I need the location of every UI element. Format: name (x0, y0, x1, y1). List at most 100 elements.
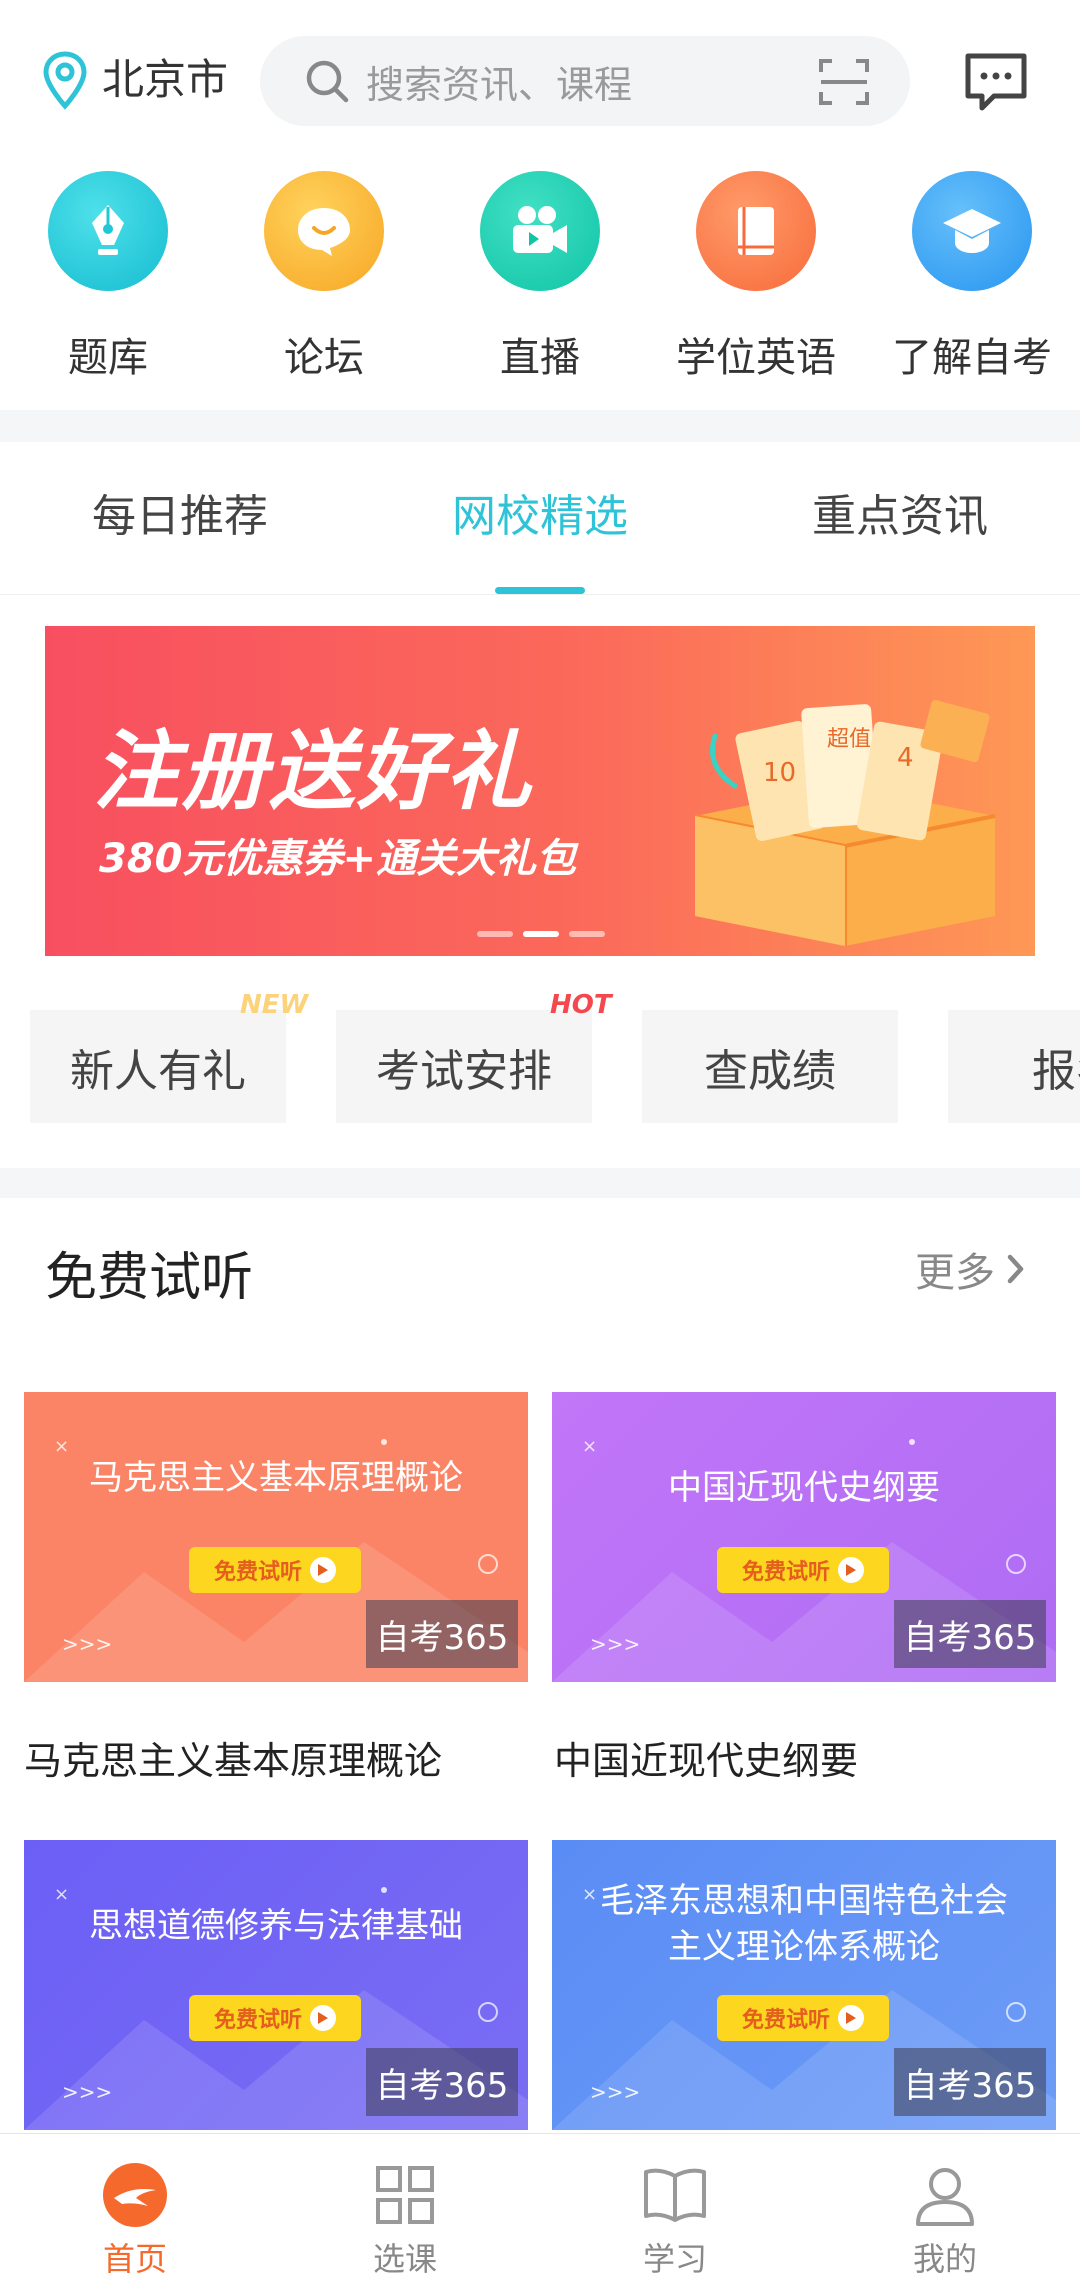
search-icon (306, 60, 349, 103)
quick-link-label: 学位英语 (676, 335, 836, 381)
course-card[interactable]: × 毛泽东思想和中国特色社会 主义理论体系概论 免费试听 >>> 自考365 (552, 1840, 1056, 2130)
free-trial-button[interactable]: 免费试听 (717, 1995, 889, 2041)
free-trial-button[interactable]: 免费试听 (189, 1547, 361, 1593)
quick-link-label: 了解自考 (892, 335, 1052, 381)
page-dot-active (523, 931, 559, 937)
quick-link-forum[interactable]: 论坛 (216, 165, 432, 405)
promo-banner[interactable]: 注册送好礼 380元优惠券+通关大礼包 超值 10 4 (45, 626, 1035, 956)
open-book-icon (644, 2168, 706, 2222)
quick-link-label: 直播 (500, 335, 580, 381)
shortcut-chips: 新人有礼 NEW 考试安排 HOT 查成绩 报名 (0, 990, 1080, 1130)
active-tab-indicator (495, 587, 585, 594)
brand-badge: 自考365 (894, 1600, 1046, 1668)
free-trial-label: 免费试听 (741, 1560, 830, 1585)
brand-badge: 自考365 (894, 2048, 1046, 2116)
bottom-nav: 首页 选课 学习 我的 (0, 2133, 1080, 2283)
card-title-line: 毛泽东思想和中国特色社会 (600, 1881, 1008, 1921)
nav-label: 首页 (102, 2240, 167, 2278)
gift-box-illustration: 超值 10 4 (694, 699, 996, 946)
ticket-text: 超值 (827, 727, 871, 752)
nav-label: 我的 (912, 2240, 977, 2278)
page-dot (477, 931, 513, 937)
brand-badge: 自考365 (366, 2048, 518, 2116)
location-label: 北京市 (102, 55, 229, 104)
section-divider (0, 410, 1080, 442)
tab-daily-recommend[interactable]: 每日推荐 (0, 480, 360, 544)
banner-pagination (477, 931, 615, 937)
course-name[interactable]: 中国近现代史纲要 (554, 1730, 858, 1785)
search-bar[interactable]: 搜索资讯、课程 (260, 36, 910, 126)
svg-text:×: × (54, 1884, 69, 1905)
card-title-line: 主义理论体系概论 (668, 1927, 940, 1967)
grid-icon (376, 2166, 434, 2224)
course-card[interactable]: × 中国近现代史纲要 免费试听 >>> 自考365 (552, 1392, 1056, 1682)
chat-bubble-icon (264, 171, 384, 291)
more-link[interactable]: 更多 (915, 1240, 1025, 1298)
course-card[interactable]: × 思想道德修养与法律基础 免费试听 >>> 自考365 (24, 1840, 528, 2130)
video-camera-icon (480, 171, 600, 291)
nav-label: 选课 (372, 2240, 437, 2278)
pen-nib-icon (48, 171, 168, 291)
quick-link-question-bank[interactable]: 题库 (0, 165, 216, 405)
svg-text:×: × (54, 1436, 69, 1457)
course-card[interactable]: × 马克思主义基本原理概论 免费试听 >>> 自考365 (24, 1392, 528, 1682)
play-icon (838, 1557, 864, 1583)
search-placeholder: 搜索资讯、课程 (366, 62, 633, 107)
nav-label: 学习 (642, 2240, 707, 2278)
card-title: 马克思主义基本原理概论 (89, 1458, 463, 1498)
tab-school-selection[interactable]: 网校精选 (360, 480, 720, 544)
chevron-right-icon (1007, 1254, 1024, 1284)
course-name[interactable]: 马克思主义基本原理概论 (24, 1730, 442, 1785)
play-icon (310, 2005, 336, 2031)
free-trial-label: 免费试听 (213, 2008, 302, 2033)
section-divider (0, 1168, 1080, 1198)
scan-icon[interactable] (818, 58, 870, 106)
free-trial-button[interactable]: 免费试听 (189, 1995, 361, 2041)
free-trial-label: 免费试听 (741, 2008, 830, 2033)
quick-link-label: 题库 (68, 335, 148, 381)
nav-courses[interactable]: 选课 (270, 2134, 540, 2283)
nav-mine[interactable]: 我的 (810, 2134, 1080, 2283)
page-dot (569, 931, 605, 937)
chip-check-scores[interactable]: 查成绩 (642, 1010, 898, 1123)
banner-subtitle: 380元优惠券+通关大礼包 (99, 836, 577, 882)
quick-link-degree-english[interactable]: 学位英语 (648, 165, 864, 405)
more-label: 更多 (915, 1250, 995, 1296)
brand-badge: 自考365 (366, 1600, 518, 1668)
graduation-cap-icon (912, 171, 1032, 291)
section-title: 免费试听 (45, 1248, 254, 1308)
quick-links: 题库 论坛 直播 学位英语 了解自考 (0, 165, 1080, 405)
quick-link-live[interactable]: 直播 (432, 165, 648, 405)
chip-registration[interactable]: 报名 (948, 1010, 1080, 1123)
ticket-number: 4 (897, 743, 914, 773)
user-icon (916, 2168, 974, 2226)
chip-newcomer-gift[interactable]: 新人有礼 (30, 1010, 286, 1123)
tab-key-news[interactable]: 重点资讯 (720, 480, 1080, 544)
play-icon (310, 1557, 336, 1583)
location-selector[interactable]: 北京市 (40, 50, 228, 110)
arrows-decoration: >>> (62, 1632, 113, 1656)
arrows-decoration: >>> (590, 1632, 641, 1656)
nav-study[interactable]: 学习 (540, 2134, 810, 2283)
nav-home[interactable]: 首页 (0, 2134, 270, 2283)
svg-text:×: × (582, 1436, 597, 1457)
chip-label: 查成绩 (704, 1045, 836, 1097)
chip-exam-schedule[interactable]: 考试安排 (336, 1010, 592, 1123)
free-trial-label: 免费试听 (213, 1560, 302, 1585)
location-pin-icon (43, 51, 87, 110)
chip-label: 考试安排 (376, 1045, 552, 1097)
arrows-decoration: >>> (590, 2080, 641, 2104)
play-icon (838, 2005, 864, 2031)
home-logo-icon (103, 2163, 167, 2227)
arrows-decoration: >>> (62, 2080, 113, 2104)
banner-title: 注册送好礼 (93, 722, 533, 822)
top-header: 北京市 搜索资讯、课程 (0, 0, 1080, 165)
free-trial-button[interactable]: 免费试听 (717, 1547, 889, 1593)
message-icon[interactable] (964, 52, 1028, 112)
ticket-number: 10 (763, 758, 796, 788)
card-title: 中国近现代史纲要 (668, 1468, 940, 1508)
quick-link-about-exam[interactable]: 了解自考 (864, 165, 1080, 405)
book-icon (696, 171, 816, 291)
quick-link-label: 论坛 (284, 335, 364, 381)
app-root: 北京市 搜索资讯、课程 题库 论坛 直播 学位英语 了解自考 每日推荐 网校精选… (0, 0, 1080, 2283)
